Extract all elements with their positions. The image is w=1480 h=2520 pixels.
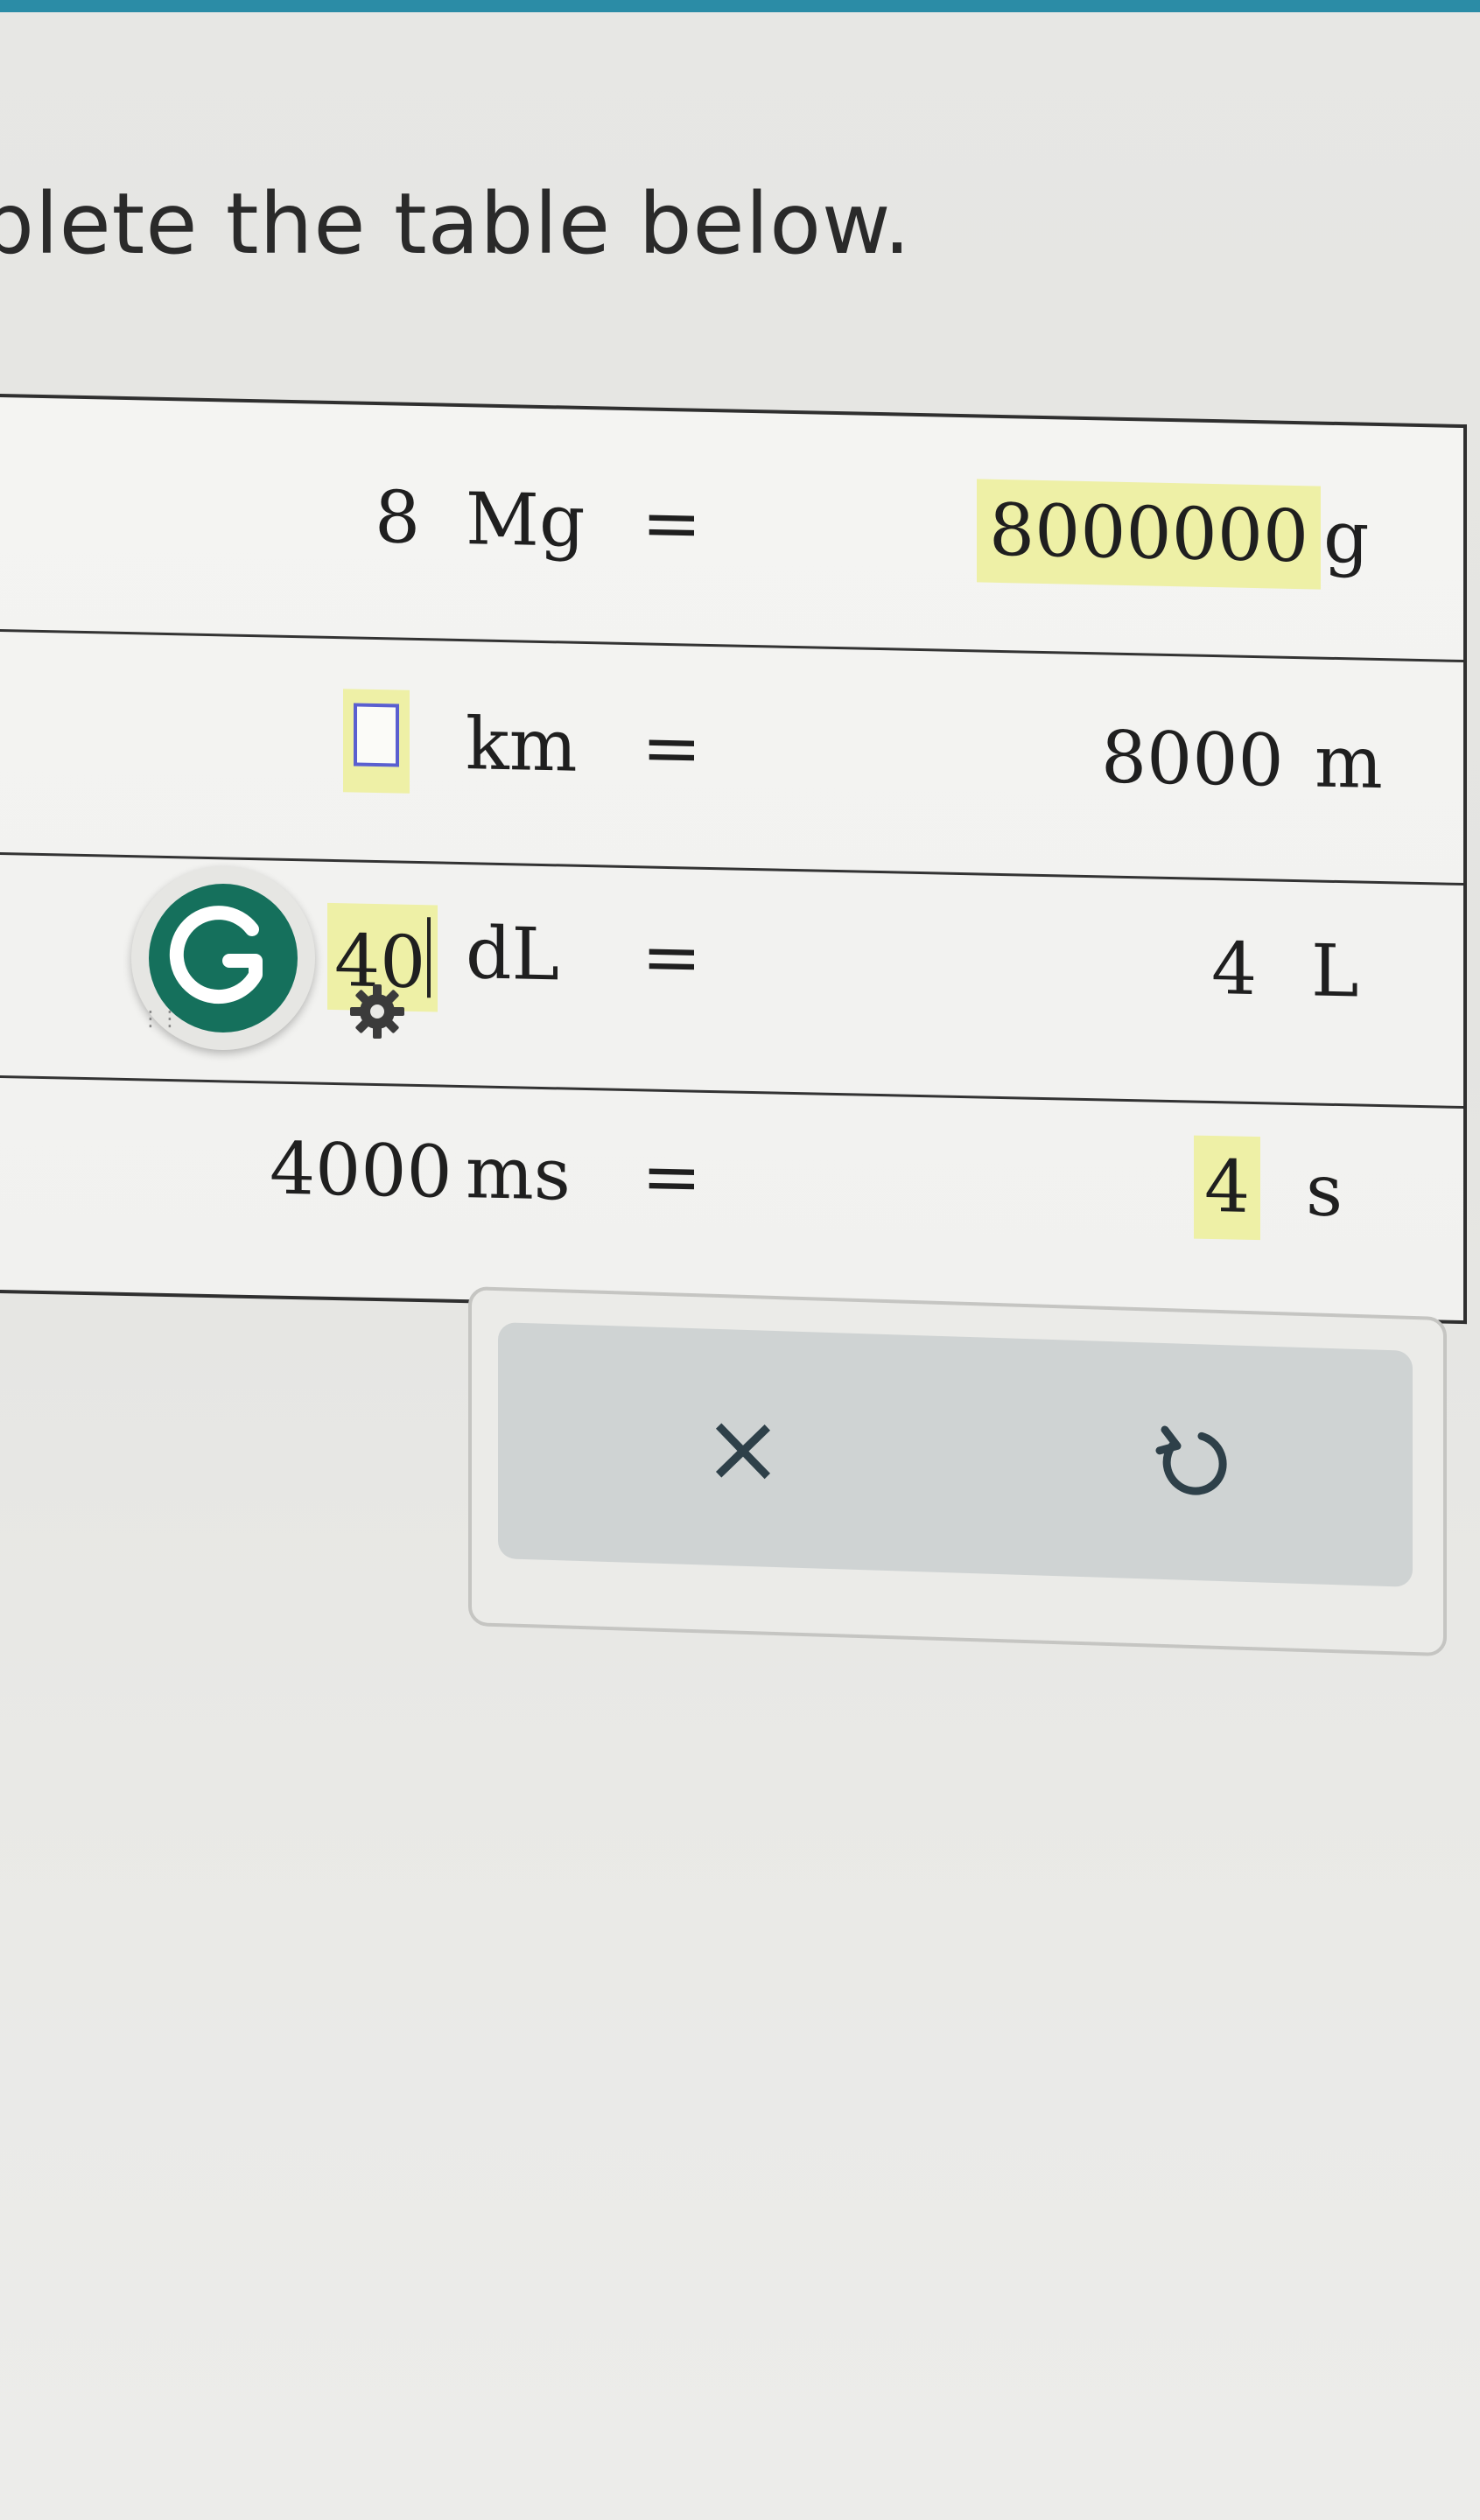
equals-sign: =: [642, 706, 702, 791]
table-row: 8 Mg = 8000000 g: [0, 397, 1463, 663]
right-unit: m: [1315, 720, 1383, 806]
instruction-text: plete the table below.: [0, 175, 912, 273]
answer-input[interactable]: [343, 689, 410, 794]
table-row: km = 8000 m: [0, 629, 1463, 886]
right-value: 4: [1211, 927, 1258, 1012]
left-unit: ms: [466, 1131, 571, 1217]
equals-sign: =: [642, 1135, 702, 1220]
clear-button[interactable]: ×: [673, 1380, 813, 1516]
right-value: 8000: [1101, 716, 1284, 803]
left-value: 8: [375, 475, 421, 561]
answer-toolbar: ×: [468, 1286, 1447, 1657]
equals-sign: =: [642, 481, 702, 566]
right-unit: s: [1306, 1149, 1343, 1234]
right-unit: g: [1323, 495, 1370, 580]
right-value: 8000000: [977, 479, 1322, 590]
left-value: 4000: [270, 1127, 452, 1214]
drag-handle-icon[interactable]: ⋮⋮: [140, 1006, 180, 1031]
left-unit: Mg: [466, 478, 586, 564]
equals-sign: =: [642, 915, 702, 1000]
left-unit: km: [466, 703, 578, 788]
table-row: 4000 ms = 4 s: [0, 1075, 1463, 1320]
empty-answer-box[interactable]: [354, 703, 399, 767]
left-unit: dL: [466, 912, 559, 998]
undo-icon: [1155, 1425, 1227, 1495]
gear-icon[interactable]: [348, 983, 406, 1044]
conversion-table: 8 Mg = 8000000 g km = 8000 m 40 dL = 4 L…: [0, 394, 1467, 1325]
right-value: 4: [1194, 1135, 1261, 1241]
right-unit: L: [1311, 929, 1359, 1014]
undo-button[interactable]: [1121, 1394, 1261, 1530]
close-icon: ×: [702, 1390, 784, 1506]
top-accent-bar: [0, 0, 1480, 12]
grammarly-badge[interactable]: ⋮⋮: [131, 866, 315, 1050]
toolbar-panel: ×: [498, 1322, 1413, 1587]
text-cursor: [427, 917, 431, 998]
